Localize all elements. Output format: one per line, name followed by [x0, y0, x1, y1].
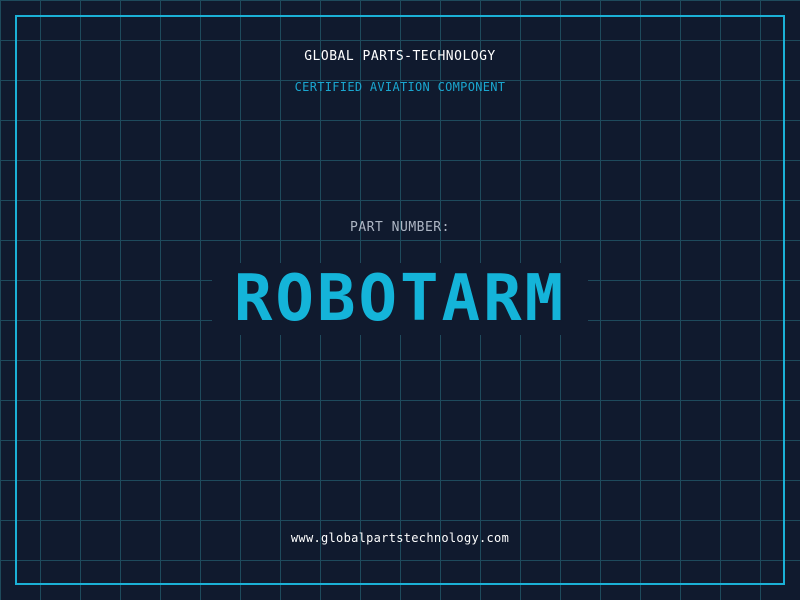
part-number-panel: ROBOTARM	[212, 263, 588, 335]
part-number-value: ROBOTARM	[233, 262, 567, 336]
certification-subtitle: CERTIFIED AVIATION COMPONENT	[294, 80, 506, 94]
website-url: www.globalpartstechnology.com	[290, 531, 510, 545]
brand-name: GLOBAL PARTS-TECHNOLOGY	[304, 49, 496, 64]
part-number-label: PART NUMBER:	[350, 220, 450, 235]
